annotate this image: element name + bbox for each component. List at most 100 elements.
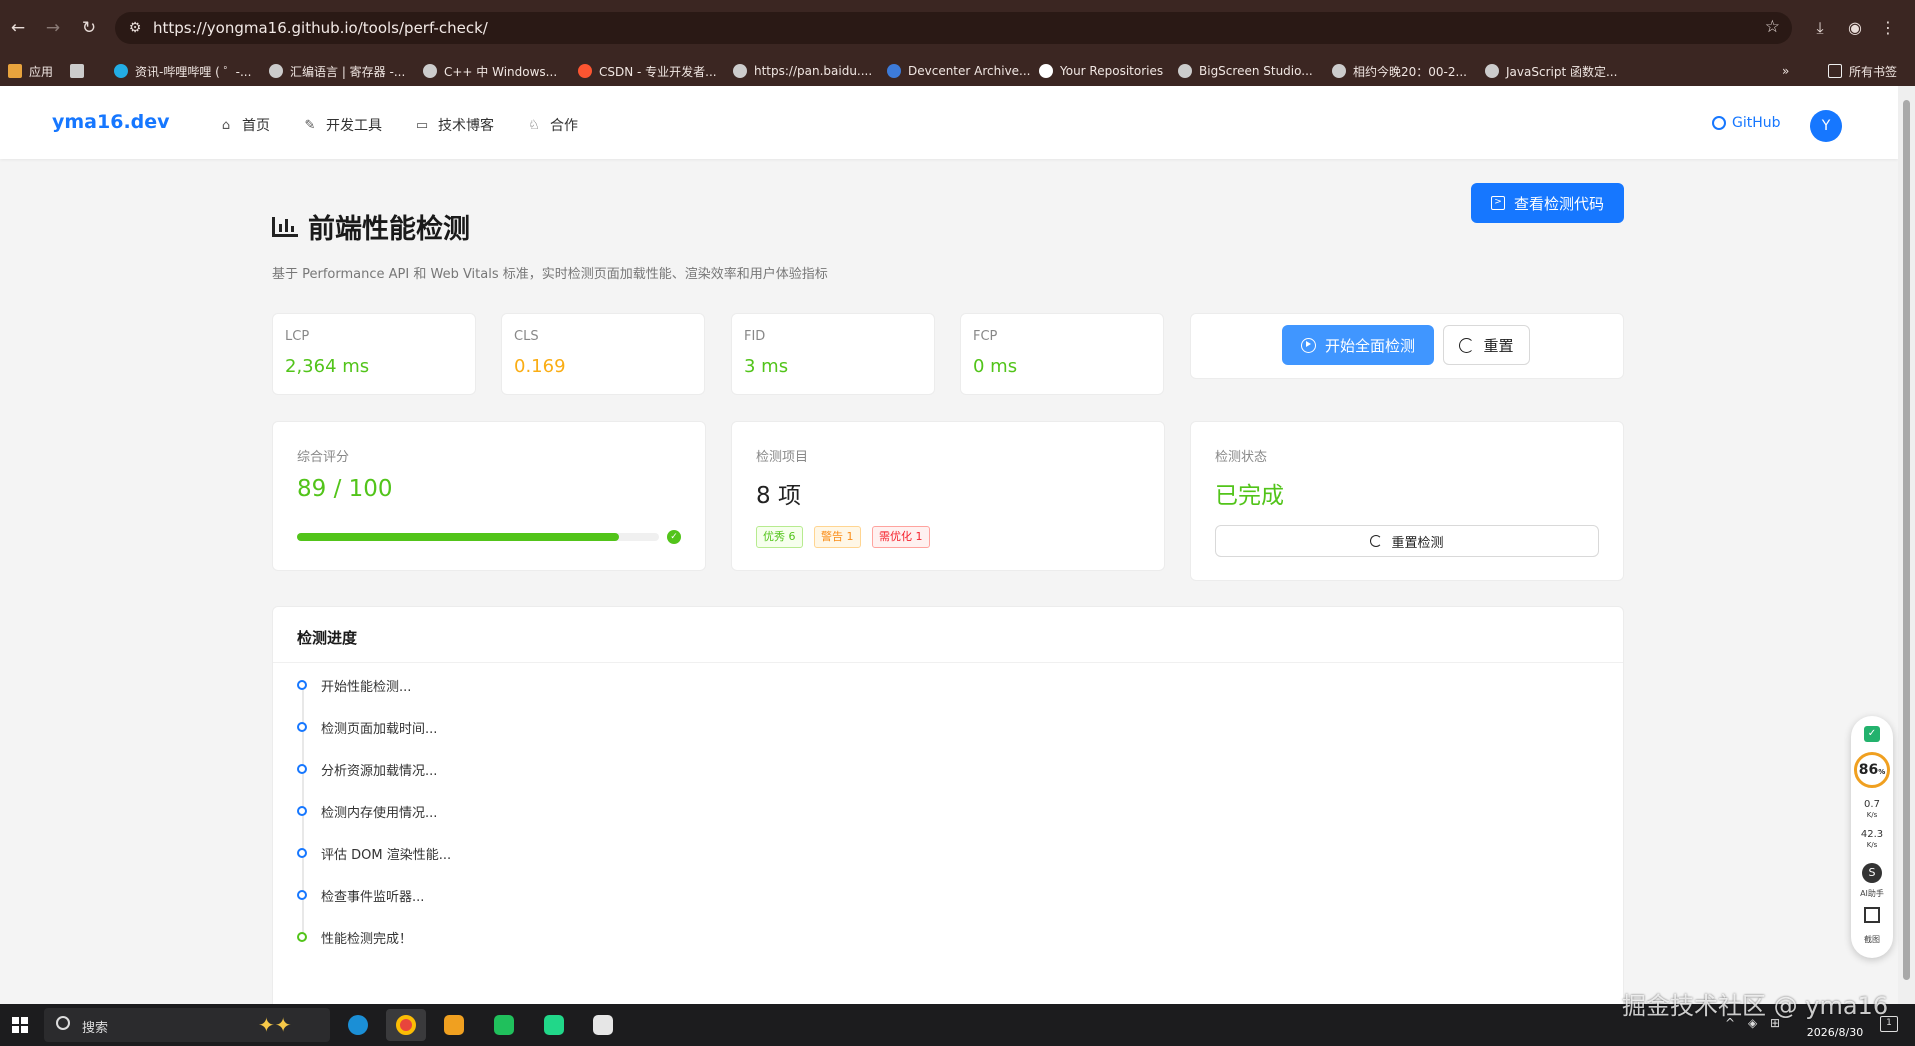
status-label: 检测状态 [1215, 450, 1268, 465]
all-bookmarks[interactable]: 所有书签 [1828, 62, 1897, 80]
avatar[interactable]: Y [1810, 110, 1842, 142]
download-speed: 42.3 [1860, 829, 1884, 840]
handshake-icon: ♘ [528, 117, 540, 133]
bookmark-item[interactable]: Your Repositories [1039, 62, 1163, 80]
view-code-button[interactable]: > 查看检测代码 [1471, 183, 1624, 223]
nav-home-label: 首页 [242, 118, 270, 134]
windows-start-icon[interactable] [12, 1017, 28, 1033]
system-monitor-widget[interactable]: ✓ 86% 0.7 K/s 42.3 K/s S AI助手 截图 [1851, 716, 1893, 958]
nav-home[interactable]: ⌂ 首页 [218, 115, 270, 135]
address-bar[interactable]: ⚙ https://yongma16.github.io/tools/perf-… [115, 12, 1792, 44]
github-link[interactable]: GitHub [1712, 115, 1781, 131]
check-circle-icon: ✓ [667, 530, 681, 544]
bookmark-item[interactable]: Devcenter Archive... [887, 62, 1031, 80]
wechat-icon[interactable] [484, 1009, 524, 1041]
score-progress-fill [297, 533, 620, 541]
edge-icon[interactable] [338, 1009, 378, 1041]
timeline-item: 检测内存使用情况... [297, 801, 437, 821]
nav-dev-tools-label: 开发工具 [326, 118, 382, 134]
github-icon [1712, 116, 1726, 130]
chrome-icon[interactable] [386, 1009, 426, 1041]
score-value: 89 / 100 [297, 476, 393, 502]
page-title: 前端性能检测 [272, 207, 470, 246]
watermark: 掘金技术社区 @ yma16 [1622, 992, 1889, 1020]
nav-cooperation[interactable]: ♘ 合作 [526, 115, 578, 135]
bookmarks-more-icon[interactable]: » [1782, 62, 1789, 80]
bookmark-item[interactable]: 应用 [8, 62, 53, 80]
nav-blog-label: 技术博客 [438, 118, 494, 134]
bookmark-item[interactable]: BigScreen Studio... [1178, 62, 1313, 80]
url-text: https://yongma16.github.io/tools/perf-ch… [153, 19, 488, 37]
download-icon[interactable]: ⤓ [1808, 16, 1832, 40]
bookmark-item[interactable] [70, 62, 91, 80]
metric-card-cls: CLS 0.169 [501, 313, 705, 395]
view-code-label: 查看检测代码 [1513, 194, 1604, 213]
bookmark-favicon-icon [1178, 64, 1192, 78]
timeline-text: 开始性能检测... [321, 679, 412, 695]
gauge-unit: % [1878, 768, 1886, 776]
forward-icon[interactable]: → [42, 17, 64, 39]
bookmark-item[interactable]: 相约今晚20：00-2... [1332, 62, 1467, 80]
app-icon[interactable] [583, 1009, 623, 1041]
metric-label: CLS [514, 329, 539, 344]
page-scrollbar[interactable] [1898, 86, 1915, 1004]
metric-value: 2,364 ms [285, 356, 370, 377]
bookmark-label: 汇编语言 | 寄存器 -... [290, 64, 406, 79]
tag-excellent: 优秀 6 [756, 526, 803, 548]
bookmark-item[interactable]: JavaScript 函数定... [1485, 62, 1617, 80]
bookmark-star-icon[interactable]: ☆ [1765, 17, 1780, 37]
reload-icon [1459, 337, 1475, 353]
ai-assistant-icon[interactable]: S [1862, 863, 1882, 883]
timeline-item: 开始性能检测... [297, 675, 411, 695]
bookmark-favicon-icon [269, 64, 283, 78]
metric-value: 3 ms [744, 356, 789, 377]
bookmark-favicon-icon [70, 64, 84, 78]
bookmark-favicon-icon [8, 64, 22, 78]
scrollbar-thumb[interactable] [1903, 100, 1910, 980]
timeline-item: 检查事件监听器... [297, 885, 424, 905]
timeline-item: 性能检测完成！ [297, 927, 412, 947]
bookmark-favicon-icon [1485, 64, 1499, 78]
score-label: 综合评分 [297, 450, 350, 465]
back-icon[interactable]: ← [7, 17, 29, 39]
timeline-dot [297, 764, 307, 774]
shield-icon: ✓ [1864, 726, 1880, 742]
site-settings-icon[interactable]: ⚙ [125, 18, 145, 38]
browser-toolbar: ← → ↻ ⚙ https://yongma16.github.io/tools… [0, 0, 1915, 54]
bookmark-item[interactable]: https://pan.baidu.... [733, 62, 872, 80]
bookmarks-bar: 应用 资讯-哔哩哔哩 ( ゜-... 汇编语言 | 寄存器 -... C++ 中 Wi… [0, 54, 1915, 86]
github-label: GitHub [1732, 115, 1781, 131]
metric-label: FCP [973, 329, 998, 344]
status-value: 已完成 [1215, 483, 1284, 509]
bookmark-item[interactable]: CSDN - 专业开发者... [578, 62, 717, 80]
page-subtitle: 基于 Performance API 和 Web Vitals 标准，实时检测页… [272, 267, 828, 282]
timeline-text: 检测页面加载时间... [321, 721, 438, 737]
score-card: 综合评分 89 / 100 ✓ [272, 421, 706, 571]
reset-button[interactable]: 重置 [1443, 325, 1530, 365]
screenshot-label: 截图 [1864, 935, 1880, 944]
bookmark-item[interactable]: C++ 中 Windows... [423, 62, 557, 80]
redo-check-button[interactable]: 重置检测 [1215, 525, 1599, 557]
nav-dev-tools[interactable]: ✎ 开发工具 [302, 115, 382, 135]
tag-needs-optimization: 需优化 1 [872, 526, 930, 548]
taskbar-search[interactable]: 搜索 ✦✦ [44, 1008, 330, 1042]
vmware-icon[interactable] [434, 1009, 474, 1041]
profile-icon[interactable]: ◉ [1843, 16, 1867, 40]
timeline-text: 检测内存使用情况... [321, 805, 438, 821]
upload-speed: 0.7 [1864, 799, 1880, 810]
pycharm-icon[interactable] [534, 1009, 574, 1041]
menu-icon[interactable]: ⋮ [1876, 16, 1900, 40]
start-check-button[interactable]: 开始全面检测 [1282, 325, 1434, 365]
bookmark-label: 资讯-哔哩哔哩 ( ゜-... [135, 64, 252, 79]
action-card: 开始全面检测 重置 [1190, 313, 1624, 379]
bookmark-label: https://pan.baidu.... [754, 64, 873, 78]
home-icon: ⌂ [221, 117, 231, 133]
reload-icon[interactable]: ↻ [78, 17, 100, 39]
tag-warning: 警告 1 [814, 526, 861, 548]
items-card: 检测项目 8 项 优秀 6 警告 1 需优化 1 [731, 421, 1165, 571]
nav-blog[interactable]: ▭ 技术博客 [414, 115, 494, 135]
bookmark-item[interactable]: 资讯-哔哩哔哩 ( ゜-... [114, 62, 251, 80]
screenshot-icon[interactable] [1864, 907, 1880, 923]
site-logo[interactable]: yma16.dev [52, 111, 170, 133]
bookmark-item[interactable]: 汇编语言 | 寄存器 -... [269, 62, 405, 80]
